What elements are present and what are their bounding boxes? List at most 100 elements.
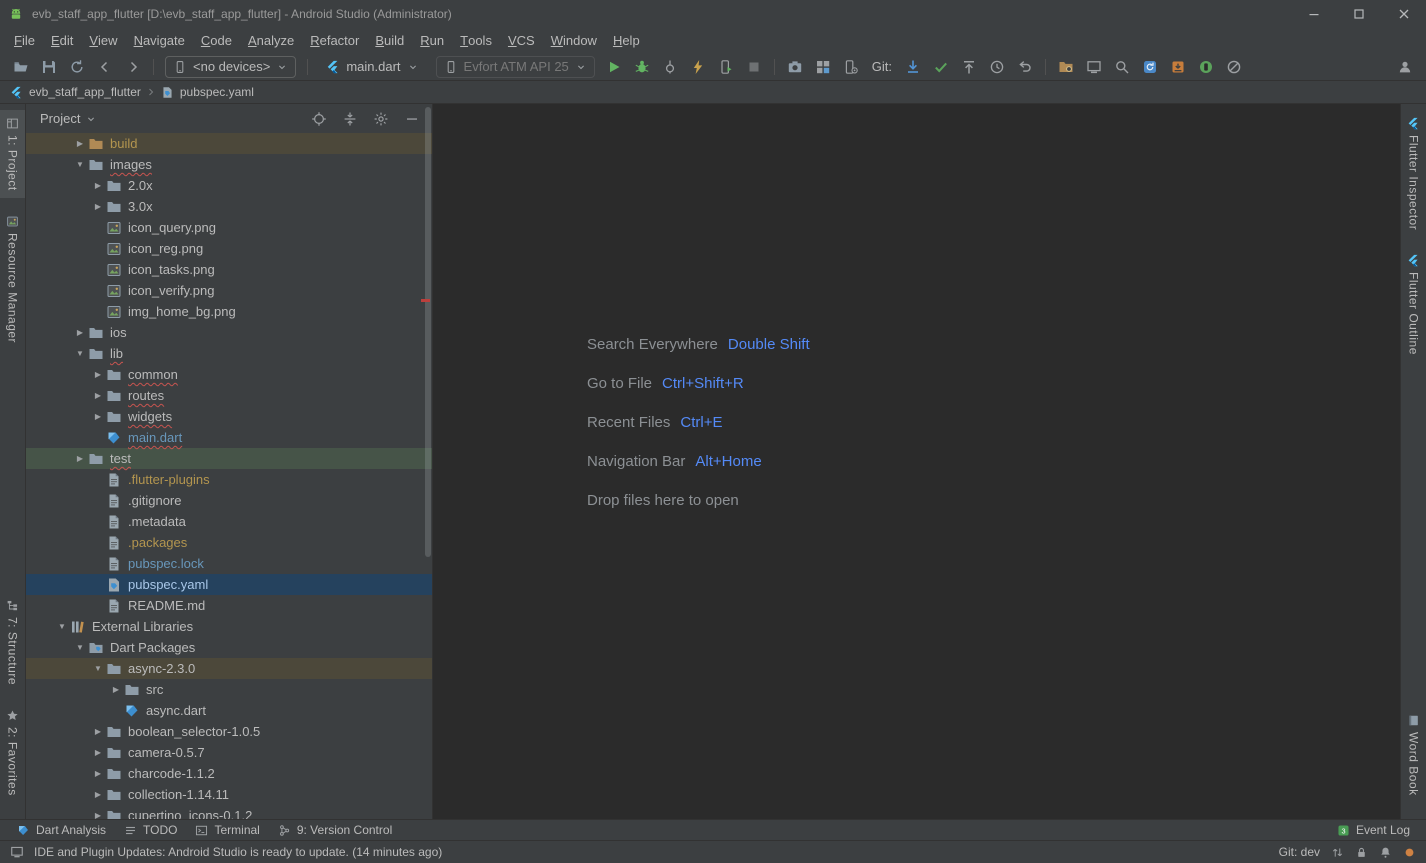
tree-item-charcode-1-1-2[interactable]: ▶ charcode-1.1.2 <box>26 763 432 784</box>
notifications-bell-icon[interactable] <box>1379 846 1392 859</box>
expand-arrow-icon[interactable]: ▶ <box>90 727 106 736</box>
tree-item-cupertino-icons-0-1-2[interactable]: ▶ cupertino_icons-0.1.2 <box>26 805 432 819</box>
tree-item-pubspec-lock[interactable]: pubspec.lock <box>26 553 432 574</box>
run-profiler-button[interactable] <box>713 55 739 79</box>
tool-tab-1-project[interactable]: 1: Project <box>0 110 25 198</box>
tool-tab-flutter-outline[interactable]: Flutter Outline <box>1401 247 1426 362</box>
expand-arrow-icon[interactable]: ▶ <box>90 790 106 799</box>
tree-item-3-0x[interactable]: ▶ 3.0x <box>26 196 432 217</box>
collapse-all-icon[interactable] <box>342 111 358 127</box>
incoming-outgoing-icon[interactable] <box>1331 846 1344 859</box>
chevron-down-icon[interactable] <box>85 113 97 125</box>
tree-item-main-dart[interactable]: main.dart <box>26 427 432 448</box>
device-selector[interactable]: <no devices> <box>165 55 297 78</box>
tree-item-flutter-plugins[interactable]: .flutter-plugins <box>26 469 432 490</box>
tree-item-external-libraries[interactable]: ▼ External Libraries <box>26 616 432 637</box>
tree-item-ios[interactable]: ▶ ios <box>26 322 432 343</box>
tree-item-common[interactable]: ▶ common <box>26 364 432 385</box>
project-structure-button[interactable] <box>1053 55 1079 79</box>
sdk-manager-button[interactable] <box>1165 55 1191 79</box>
tree-item-widgets[interactable]: ▶ widgets <box>26 406 432 427</box>
save-all-button[interactable] <box>36 55 62 79</box>
commit-button[interactable] <box>928 55 954 79</box>
event-log-button[interactable]: 3 Event Log <box>1337 823 1418 837</box>
search-everywhere-button[interactable] <box>1109 55 1135 79</box>
hide-panel-icon[interactable] <box>404 111 420 127</box>
tree-item-collection-1-14-11[interactable]: ▶ collection-1.14.11 <box>26 784 432 805</box>
toolwindow-button-dart-analysis[interactable]: Dart Analysis <box>8 820 115 840</box>
project-scrollbar[interactable] <box>425 107 431 557</box>
expand-arrow-icon[interactable]: ▼ <box>54 622 70 631</box>
expand-arrow-icon[interactable]: ▼ <box>72 349 88 358</box>
push-button[interactable] <box>956 55 982 79</box>
close-button[interactable] <box>1381 0 1426 28</box>
menu-refactor[interactable]: Refactor <box>302 28 367 53</box>
menu-file[interactable]: File <box>6 28 43 53</box>
tree-item-pubspec-yaml[interactable]: pubspec.yaml <box>26 574 432 595</box>
tree-item-metadata[interactable]: .metadata <box>26 511 432 532</box>
expand-arrow-icon[interactable]: ▶ <box>90 391 106 400</box>
breadcrumb-item-pubspec-yaml[interactable]: pubspec.yaml <box>161 85 254 99</box>
back-button[interactable] <box>92 55 118 79</box>
history-button[interactable] <box>984 55 1010 79</box>
update-project-button[interactable] <box>900 55 926 79</box>
tree-item-packages[interactable]: .packages <box>26 532 432 553</box>
menu-tools[interactable]: Tools <box>452 28 500 53</box>
tree-item-routes[interactable]: ▶ routes <box>26 385 432 406</box>
expand-arrow-icon[interactable]: ▼ <box>72 643 88 652</box>
tree-item-gitignore[interactable]: .gitignore <box>26 490 432 511</box>
expand-arrow-icon[interactable]: ▶ <box>72 139 88 148</box>
layout-editor-button[interactable] <box>1081 55 1107 79</box>
menu-navigate[interactable]: Navigate <box>126 28 193 53</box>
maximize-button[interactable] <box>1336 0 1381 28</box>
tree-item-readme-md[interactable]: README.md <box>26 595 432 616</box>
tree-item-icon-query-png[interactable]: icon_query.png <box>26 217 432 238</box>
tree-item-boolean-selector-1-0-5[interactable]: ▶ boolean_selector-1.0.5 <box>26 721 432 742</box>
tree-item-build[interactable]: ▶ build <box>26 133 432 154</box>
expand-arrow-icon[interactable]: ▼ <box>90 664 106 673</box>
menu-help[interactable]: Help <box>605 28 648 53</box>
gradle-sync-button[interactable] <box>1137 55 1163 79</box>
menu-code[interactable]: Code <box>193 28 240 53</box>
target-device-selector[interactable]: Evfort ATM API 25 <box>435 55 595 78</box>
tree-item-icon-verify-png[interactable]: icon_verify.png <box>26 280 432 301</box>
stop-button[interactable] <box>741 55 767 79</box>
expand-arrow-icon[interactable]: ▶ <box>108 685 124 694</box>
tree-item-src[interactable]: ▶ src <box>26 679 432 700</box>
tool-tab-flutter-inspector[interactable]: Flutter Inspector <box>1401 110 1426 237</box>
menu-build[interactable]: Build <box>367 28 412 53</box>
tree-item-img-home-bg-png[interactable]: img_home_bg.png <box>26 301 432 322</box>
expand-arrow-icon[interactable]: ▶ <box>72 454 88 463</box>
expand-arrow-icon[interactable]: ▶ <box>90 370 106 379</box>
expand-arrow-icon[interactable]: ▶ <box>90 811 106 819</box>
expand-arrow-icon[interactable]: ▶ <box>90 181 106 190</box>
attach-debugger-button[interactable] <box>657 55 683 79</box>
tree-item-test[interactable]: ▶ test <box>26 448 432 469</box>
menu-vcs[interactable]: V CS <box>500 28 543 53</box>
inspections-off-button[interactable] <box>1221 55 1247 79</box>
toolwindow-button-todo[interactable]: TODO <box>115 820 186 840</box>
expand-arrow-icon[interactable]: ▶ <box>90 748 106 757</box>
rollback-button[interactable] <box>1012 55 1038 79</box>
expand-arrow-icon[interactable]: ▶ <box>72 328 88 337</box>
screenshot-button[interactable] <box>782 55 808 79</box>
sync-button[interactable] <box>64 55 90 79</box>
forward-button[interactable] <box>120 55 146 79</box>
tree-item-icon-tasks-png[interactable]: icon_tasks.png <box>26 259 432 280</box>
locate-file-icon[interactable] <box>311 111 327 127</box>
toolwindow-switcher-icon[interactable] <box>10 845 24 859</box>
menu-window[interactable]: Window <box>543 28 605 53</box>
expand-arrow-icon[interactable]: ▶ <box>90 202 106 211</box>
tree-item-camera-0-5-7[interactable]: ▶ camera-0.5.7 <box>26 742 432 763</box>
menu-edit[interactable]: Edit <box>43 28 81 53</box>
minimize-button[interactable] <box>1291 0 1336 28</box>
debug-button[interactable] <box>629 55 655 79</box>
menu-run[interactable]: Run <box>412 28 452 53</box>
tree-item-images[interactable]: ▼ images <box>26 154 432 175</box>
run-button[interactable] <box>601 55 627 79</box>
tool-tab-2-favorites[interactable]: 2: Favorites <box>0 702 25 803</box>
tool-tab-word-book[interactable]: Word Book <box>1401 707 1426 803</box>
tool-tab-resource-manager[interactable]: Resource Manager <box>0 208 25 350</box>
tree-item-icon-reg-png[interactable]: icon_reg.png <box>26 238 432 259</box>
run-config-selector[interactable]: main.dart <box>319 56 425 78</box>
